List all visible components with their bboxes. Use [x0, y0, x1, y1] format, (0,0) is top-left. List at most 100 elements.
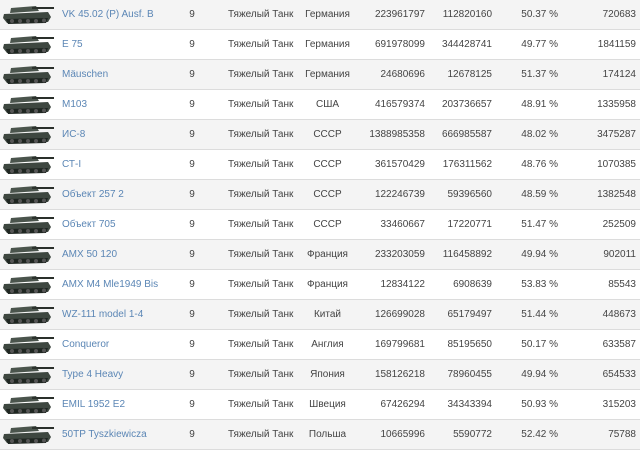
battles-cell: 233203059	[374, 249, 425, 260]
type-cell: Тяжелый Танк	[228, 159, 294, 170]
tier-cell: 9	[189, 339, 195, 350]
tank-name-link[interactable]: AMX 50 120	[62, 240, 117, 269]
wins-cell: 78960455	[447, 369, 493, 380]
players-cell: 85543	[608, 279, 636, 290]
tier-cell: 9	[189, 399, 195, 410]
players-cell: 75788	[608, 429, 636, 440]
nation-cell: Франция	[307, 249, 348, 260]
tier-cell: 9	[189, 369, 195, 380]
table-row: WZ-111 model 1-4 9 Тяжелый Танк Китай 12…	[0, 300, 640, 330]
winrate-cell: 51.44 %	[521, 309, 558, 320]
winrate-cell: 50.93 %	[521, 399, 558, 410]
type-cell: Тяжелый Танк	[228, 39, 294, 50]
nation-cell: СССР	[313, 159, 342, 170]
tank-stats-table: VK 45.02 (P) Ausf. B 9 Тяжелый Танк Герм…	[0, 0, 640, 450]
table-row: AMX 50 120 9 Тяжелый Танк Франция 233203…	[0, 240, 640, 270]
type-cell: Тяжелый Танк	[228, 339, 294, 350]
tank-name-link[interactable]: ИС-8	[62, 120, 85, 149]
type-cell: Тяжелый Танк	[228, 429, 294, 440]
nation-cell: СССР	[313, 219, 342, 230]
nation-cell: СССР	[313, 189, 342, 200]
players-cell: 1070385	[597, 159, 636, 170]
winrate-cell: 50.37 %	[521, 9, 558, 20]
tank-icon	[2, 422, 56, 447]
tank-icon	[2, 212, 56, 237]
tank-name-link[interactable]: M103	[62, 90, 87, 119]
battles-cell: 416579374	[374, 99, 425, 110]
winrate-cell: 50.17 %	[521, 339, 558, 350]
winrate-cell: 52.42 %	[521, 429, 558, 440]
battles-cell: 1388985358	[369, 129, 425, 140]
nation-cell: США	[315, 99, 340, 110]
table-row: E 75 9 Тяжелый Танк Германия 691978099 3…	[0, 30, 640, 60]
nation-cell: Япония	[310, 369, 345, 380]
battles-cell: 24680696	[380, 69, 426, 80]
battles-cell: 126699028	[374, 309, 425, 320]
wins-cell: 666985587	[441, 129, 492, 140]
tank-name-link[interactable]: СТ-I	[62, 150, 81, 179]
tank-name-link[interactable]: WZ-111 model 1-4	[62, 300, 143, 329]
tank-icon	[2, 2, 56, 27]
type-cell: Тяжелый Танк	[228, 189, 294, 200]
tank-icon	[2, 302, 56, 327]
battles-cell: 122246739	[374, 189, 425, 200]
tank-name-link[interactable]: Mäuschen	[62, 60, 108, 89]
wins-cell: 176311562	[442, 159, 492, 170]
battles-cell: 33460667	[380, 219, 426, 230]
battles-cell: 223961797	[374, 9, 425, 20]
tank-icon	[2, 122, 56, 147]
type-cell: Тяжелый Танк	[228, 69, 294, 80]
tier-cell: 9	[189, 69, 195, 80]
wins-cell: 116458892	[442, 249, 492, 260]
players-cell: 315203	[602, 399, 636, 410]
nation-cell: Швеция	[309, 399, 346, 410]
table-row: Mäuschen 9 Тяжелый Танк Германия 2468069…	[0, 60, 640, 90]
tier-cell: 9	[189, 219, 195, 230]
tank-name-link[interactable]: VK 45.02 (P) Ausf. B	[62, 0, 154, 29]
type-cell: Тяжелый Танк	[228, 399, 294, 410]
tank-icon	[2, 242, 56, 267]
tier-cell: 9	[189, 279, 195, 290]
type-cell: Тяжелый Танк	[228, 99, 294, 110]
type-cell: Тяжелый Танк	[228, 309, 294, 320]
nation-cell: Англия	[311, 339, 344, 350]
table-row: Conqueror 9 Тяжелый Танк Англия 16979968…	[0, 330, 640, 360]
tank-name-link[interactable]: Объект 257 2	[62, 180, 124, 209]
battles-cell: 67426294	[380, 399, 426, 410]
tank-name-link[interactable]: AMX M4 Mle1949 Bis	[62, 270, 158, 299]
tank-name-link[interactable]: EMIL 1952 E2	[62, 390, 125, 419]
winrate-cell: 53.83 %	[521, 279, 558, 290]
tier-cell: 9	[189, 159, 195, 170]
battles-cell: 361570429	[374, 159, 425, 170]
players-cell: 1841159	[597, 39, 636, 50]
wins-cell: 65179497	[447, 309, 493, 320]
tank-name-link[interactable]: Объект 705	[62, 210, 116, 239]
table-row: 50TP Tyszkiewicza 9 Тяжелый Танк Польша …	[0, 420, 640, 450]
battles-cell: 169799681	[374, 339, 425, 350]
tank-icon	[2, 332, 56, 357]
winrate-cell: 49.77 %	[521, 39, 558, 50]
table-row: M103 9 Тяжелый Танк США 416579374 203736…	[0, 90, 640, 120]
nation-cell: Китай	[313, 309, 342, 320]
tank-icon	[2, 182, 56, 207]
battles-cell: 10665996	[380, 429, 426, 440]
tank-name-link[interactable]: E 75	[62, 30, 83, 59]
players-cell: 720683	[602, 9, 636, 20]
winrate-cell: 48.59 %	[521, 189, 558, 200]
tier-cell: 9	[189, 189, 195, 200]
tank-name-link[interactable]: 50TP Tyszkiewicza	[62, 420, 147, 449]
nation-cell: Германия	[305, 9, 350, 20]
table-row: СТ-I 9 Тяжелый Танк СССР 361570429 17631…	[0, 150, 640, 180]
table-row: AMX M4 Mle1949 Bis 9 Тяжелый Танк Франци…	[0, 270, 640, 300]
table-row: EMIL 1952 E2 9 Тяжелый Танк Швеция 67426…	[0, 390, 640, 420]
wins-cell: 12678125	[447, 69, 493, 80]
winrate-cell: 48.02 %	[521, 129, 558, 140]
battles-cell: 158126218	[374, 369, 425, 380]
wins-cell: 203736657	[441, 99, 492, 110]
tank-name-link[interactable]: Type 4 Heavy	[62, 360, 123, 389]
players-cell: 448673	[602, 309, 636, 320]
wins-cell: 5590772	[453, 429, 492, 440]
table-row: VK 45.02 (P) Ausf. B 9 Тяжелый Танк Герм…	[0, 0, 640, 30]
tank-name-link[interactable]: Conqueror	[62, 330, 109, 359]
winrate-cell: 51.47 %	[521, 219, 558, 230]
